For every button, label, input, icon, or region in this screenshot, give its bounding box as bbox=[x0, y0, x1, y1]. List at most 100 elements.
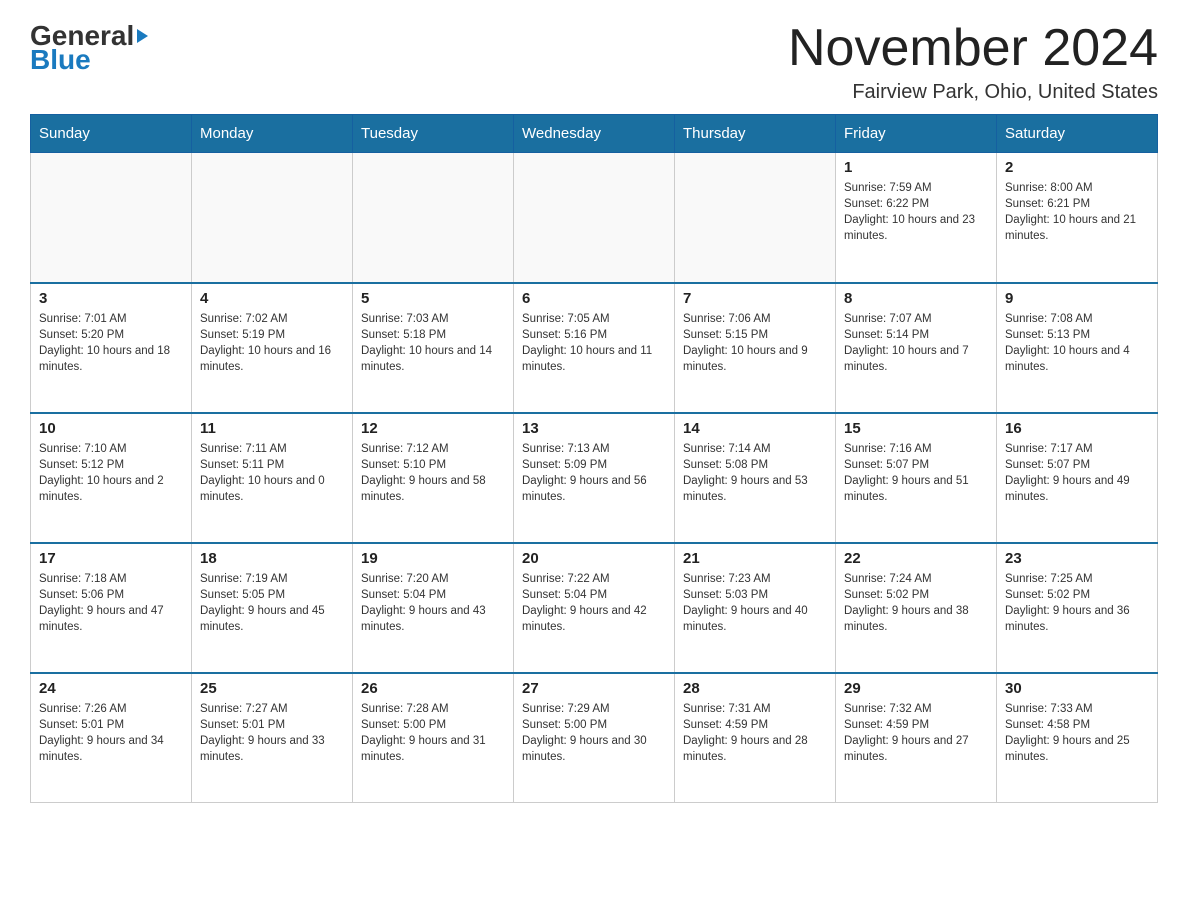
calendar-cell: 9 Sunrise: 7:08 AMSunset: 5:13 PMDaylight… bbox=[997, 283, 1158, 413]
title-section: November 2024 Fairview Park, Ohio, Unite… bbox=[788, 20, 1158, 104]
calendar-cell: 1 Sunrise: 7:59 AMSunset: 6:22 PMDaylight… bbox=[836, 153, 997, 283]
day-info: Sunrise: 7:14 AMSunset: 5:08 PMDaylight:… bbox=[683, 441, 827, 505]
day-info: Sunrise: 7:20 AMSunset: 5:04 PMDaylight:… bbox=[361, 571, 505, 635]
day-number: 15 bbox=[844, 420, 988, 437]
day-number: 1 bbox=[844, 159, 988, 176]
calendar-cell: 29 Sunrise: 7:32 AMSunset: 4:59 PMDayligh… bbox=[836, 673, 997, 803]
calendar-cell: 4 Sunrise: 7:02 AMSunset: 5:19 PMDaylight… bbox=[192, 283, 353, 413]
day-number: 3 bbox=[39, 290, 183, 307]
day-number: 27 bbox=[522, 680, 666, 697]
day-info: Sunrise: 7:28 AMSunset: 5:00 PMDaylight:… bbox=[361, 701, 505, 765]
day-number: 10 bbox=[39, 420, 183, 437]
calendar-cell: 8Sunrise: 7:07 AMSunset: 5:14 PMDaylight… bbox=[836, 283, 997, 413]
weekday-header-sunday: Sunday bbox=[31, 115, 192, 153]
day-info: Sunrise: 7:31 AMSunset: 4:59 PMDaylight:… bbox=[683, 701, 827, 765]
calendar-cell: 6Sunrise: 7:05 AMSunset: 5:16 PMDaylight… bbox=[514, 283, 675, 413]
calendar-cell: 25 Sunrise: 7:27 AMSunset: 5:01 PMDayligh… bbox=[192, 673, 353, 803]
logo-triangle-icon bbox=[137, 29, 148, 43]
day-info: Sunrise: 7:27 AMSunset: 5:01 PMDaylight:… bbox=[200, 701, 344, 765]
day-info: Sunrise: 7:19 AMSunset: 5:05 PMDaylight:… bbox=[200, 571, 344, 635]
logo: General Blue bbox=[30, 20, 149, 76]
calendar-cell bbox=[514, 153, 675, 283]
day-info: Sunrise: 7:02 AMSunset: 5:19 PMDaylight:… bbox=[200, 311, 344, 375]
day-info: Sunrise: 7:22 AMSunset: 5:04 PMDaylight:… bbox=[522, 571, 666, 635]
calendar-cell: 14Sunrise: 7:14 AMSunset: 5:08 PMDayligh… bbox=[675, 413, 836, 543]
day-info: Sunrise: 7:59 AMSunset: 6:22 PMDaylight:… bbox=[844, 180, 988, 244]
day-number: 4 bbox=[200, 290, 344, 307]
day-info: Sunrise: 7:13 AMSunset: 5:09 PMDaylight:… bbox=[522, 441, 666, 505]
day-info: Sunrise: 7:25 AMSunset: 5:02 PMDaylight:… bbox=[1005, 571, 1149, 635]
day-number: 24 bbox=[39, 680, 183, 697]
week-row-2: 3 Sunrise: 7:01 AMSunset: 5:20 PMDaylight… bbox=[31, 283, 1158, 413]
calendar-cell: 11 Sunrise: 7:11 AMSunset: 5:11 PMDayligh… bbox=[192, 413, 353, 543]
weekday-header-thursday: Thursday bbox=[675, 115, 836, 153]
day-info: Sunrise: 7:08 AMSunset: 5:13 PMDaylight:… bbox=[1005, 311, 1149, 375]
calendar-cell: 22 Sunrise: 7:24 AMSunset: 5:02 PMDayligh… bbox=[836, 543, 997, 673]
calendar-cell: 10 Sunrise: 7:10 AMSunset: 5:12 PMDayligh… bbox=[31, 413, 192, 543]
day-number: 2 bbox=[1005, 159, 1149, 176]
day-info: Sunrise: 7:24 AMSunset: 5:02 PMDaylight:… bbox=[844, 571, 988, 635]
calendar-cell: 15Sunrise: 7:16 AMSunset: 5:07 PMDayligh… bbox=[836, 413, 997, 543]
calendar-cell: 3 Sunrise: 7:01 AMSunset: 5:20 PMDaylight… bbox=[31, 283, 192, 413]
calendar-cell bbox=[192, 153, 353, 283]
weekday-header-friday: Friday bbox=[836, 115, 997, 153]
day-info: Sunrise: 7:32 AMSunset: 4:59 PMDaylight:… bbox=[844, 701, 988, 765]
day-info: Sunrise: 7:06 AMSunset: 5:15 PMDaylight:… bbox=[683, 311, 827, 375]
day-info: Sunrise: 7:17 AMSunset: 5:07 PMDaylight:… bbox=[1005, 441, 1149, 505]
day-number: 29 bbox=[844, 680, 988, 697]
day-number: 6 bbox=[522, 290, 666, 307]
calendar-cell: 28 Sunrise: 7:31 AMSunset: 4:59 PMDayligh… bbox=[675, 673, 836, 803]
week-row-5: 24Sunrise: 7:26 AMSunset: 5:01 PMDayligh… bbox=[31, 673, 1158, 803]
day-number: 13 bbox=[522, 420, 666, 437]
calendar-cell: 18 Sunrise: 7:19 AMSunset: 5:05 PMDayligh… bbox=[192, 543, 353, 673]
weekday-header-saturday: Saturday bbox=[997, 115, 1158, 153]
week-row-4: 17 Sunrise: 7:18 AMSunset: 5:06 PMDayligh… bbox=[31, 543, 1158, 673]
calendar-cell: 19Sunrise: 7:20 AMSunset: 5:04 PMDayligh… bbox=[353, 543, 514, 673]
calendar-cell: 17 Sunrise: 7:18 AMSunset: 5:06 PMDayligh… bbox=[31, 543, 192, 673]
day-info: Sunrise: 7:33 AMSunset: 4:58 PMDaylight:… bbox=[1005, 701, 1149, 765]
calendar-cell bbox=[31, 153, 192, 283]
day-number: 7 bbox=[683, 290, 827, 307]
calendar-cell: 21 Sunrise: 7:23 AMSunset: 5:03 PMDayligh… bbox=[675, 543, 836, 673]
calendar-cell: 30 Sunrise: 7:33 AMSunset: 4:58 PMDayligh… bbox=[997, 673, 1158, 803]
week-row-3: 10 Sunrise: 7:10 AMSunset: 5:12 PMDayligh… bbox=[31, 413, 1158, 543]
day-number: 20 bbox=[522, 550, 666, 567]
calendar-cell: 23Sunrise: 7:25 AMSunset: 5:02 PMDayligh… bbox=[997, 543, 1158, 673]
calendar-cell: 16 Sunrise: 7:17 AMSunset: 5:07 PMDayligh… bbox=[997, 413, 1158, 543]
day-info: Sunrise: 7:10 AMSunset: 5:12 PMDaylight:… bbox=[39, 441, 183, 505]
day-number: 12 bbox=[361, 420, 505, 437]
day-info: Sunrise: 7:23 AMSunset: 5:03 PMDaylight:… bbox=[683, 571, 827, 635]
day-number: 25 bbox=[200, 680, 344, 697]
day-number: 28 bbox=[683, 680, 827, 697]
logo-blue: Blue bbox=[30, 44, 91, 76]
calendar-cell bbox=[675, 153, 836, 283]
page-header: General Blue November 2024 Fairview Park… bbox=[30, 20, 1158, 104]
day-number: 30 bbox=[1005, 680, 1149, 697]
weekday-header-monday: Monday bbox=[192, 115, 353, 153]
calendar-cell: 26 Sunrise: 7:28 AMSunset: 5:00 PMDayligh… bbox=[353, 673, 514, 803]
day-number: 9 bbox=[1005, 290, 1149, 307]
day-info: Sunrise: 7:12 AMSunset: 5:10 PMDaylight:… bbox=[361, 441, 505, 505]
day-info: Sunrise: 7:01 AMSunset: 5:20 PMDaylight:… bbox=[39, 311, 183, 375]
calendar-cell: 13 Sunrise: 7:13 AMSunset: 5:09 PMDayligh… bbox=[514, 413, 675, 543]
day-info: Sunrise: 7:11 AMSunset: 5:11 PMDaylight:… bbox=[200, 441, 344, 505]
day-number: 18 bbox=[200, 550, 344, 567]
day-info: Sunrise: 7:18 AMSunset: 5:06 PMDaylight:… bbox=[39, 571, 183, 635]
calendar-cell: 24Sunrise: 7:26 AMSunset: 5:01 PMDayligh… bbox=[31, 673, 192, 803]
calendar-cell: 5Sunrise: 7:03 AMSunset: 5:18 PMDaylight… bbox=[353, 283, 514, 413]
day-number: 22 bbox=[844, 550, 988, 567]
weekday-header-tuesday: Tuesday bbox=[353, 115, 514, 153]
day-number: 21 bbox=[683, 550, 827, 567]
calendar-cell: 27Sunrise: 7:29 AMSunset: 5:00 PMDayligh… bbox=[514, 673, 675, 803]
weekday-header-row: SundayMondayTuesdayWednesdayThursdayFrid… bbox=[31, 115, 1158, 153]
week-row-1: 1 Sunrise: 7:59 AMSunset: 6:22 PMDaylight… bbox=[31, 153, 1158, 283]
calendar-cell: 20 Sunrise: 7:22 AMSunset: 5:04 PMDayligh… bbox=[514, 543, 675, 673]
day-number: 11 bbox=[200, 420, 344, 437]
calendar-cell: 12 Sunrise: 7:12 AMSunset: 5:10 PMDayligh… bbox=[353, 413, 514, 543]
day-number: 5 bbox=[361, 290, 505, 307]
subtitle: Fairview Park, Ohio, United States bbox=[788, 81, 1158, 104]
day-number: 16 bbox=[1005, 420, 1149, 437]
day-number: 26 bbox=[361, 680, 505, 697]
main-title: November 2024 bbox=[788, 20, 1158, 77]
day-number: 17 bbox=[39, 550, 183, 567]
